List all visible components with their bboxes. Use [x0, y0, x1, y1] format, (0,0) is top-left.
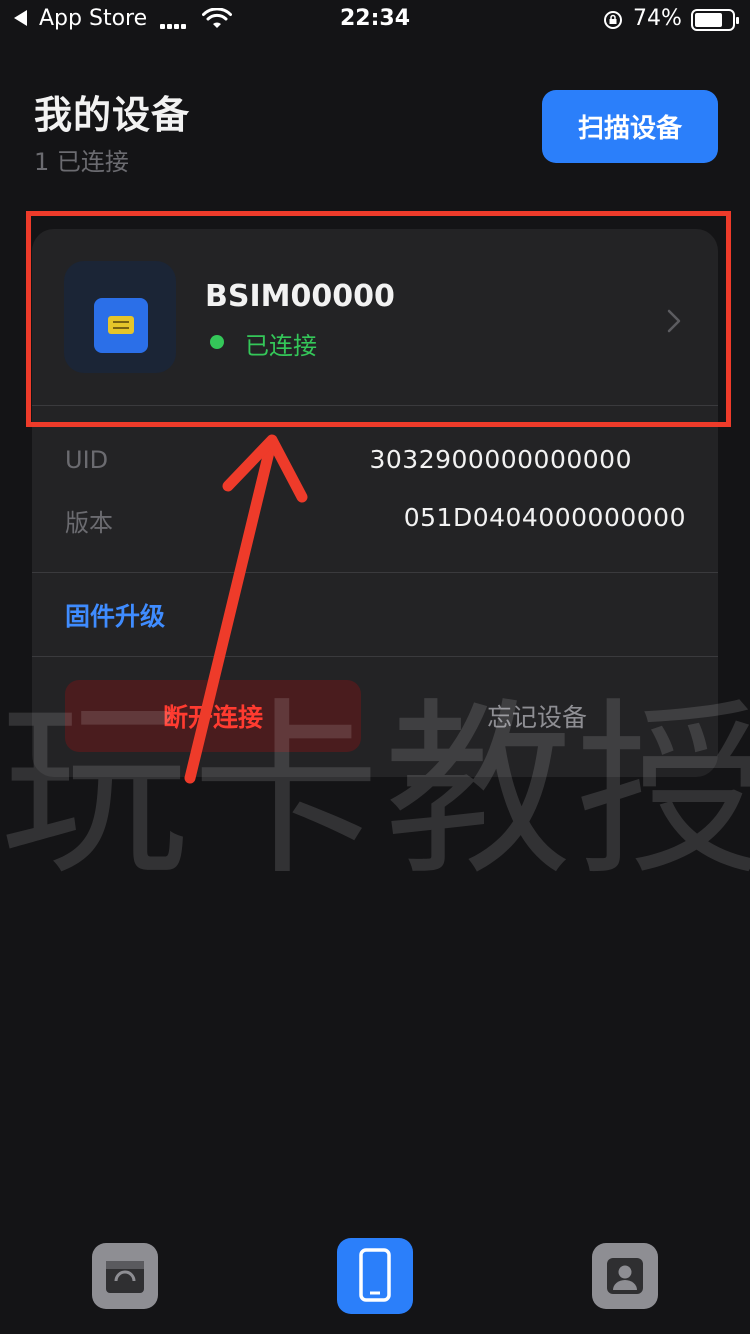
shop-icon — [106, 1261, 144, 1293]
page-title: 我的设备 — [34, 93, 191, 137]
version-label: 版本 — [65, 509, 113, 537]
divider — [32, 572, 718, 573]
battery-percent: 74% — [633, 6, 682, 31]
uid-label: UID — [65, 446, 109, 474]
battery-icon — [691, 9, 739, 31]
scan-devices-button[interactable]: 扫描设备 — [542, 90, 718, 163]
phone-icon — [359, 1248, 391, 1302]
tab-profile[interactable] — [592, 1243, 658, 1309]
forget-device-button[interactable]: 忘记设备 — [389, 680, 685, 752]
version-value: 051D0404000000000 — [403, 503, 686, 532]
status-bar: App Store 22:34 74% — [0, 0, 750, 44]
firmware-upgrade-link[interactable]: 固件升级 — [65, 597, 165, 633]
disconnect-button[interactable]: 断开连接 — [65, 680, 361, 752]
person-icon — [607, 1258, 643, 1294]
highlight-box — [26, 211, 731, 427]
tab-shop[interactable] — [92, 1243, 158, 1309]
connected-count: 1 已连接 — [34, 148, 129, 176]
uid-value: 3032900000000000 — [369, 445, 632, 474]
rotation-lock-icon — [604, 11, 622, 29]
divider — [32, 656, 718, 657]
tab-devices[interactable] — [337, 1238, 413, 1314]
